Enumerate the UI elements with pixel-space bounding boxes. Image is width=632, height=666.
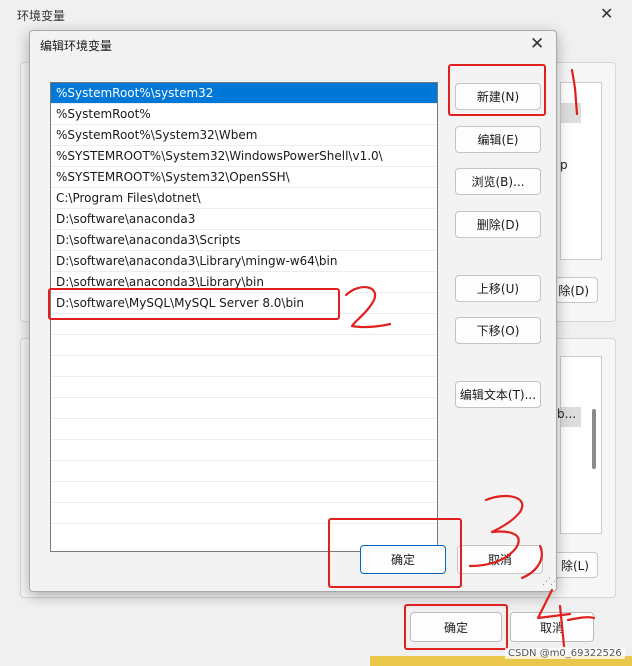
annotation-mark-3 [468, 494, 524, 568]
annotation-mark-4 [536, 588, 572, 620]
annotation-mark-3b [520, 544, 543, 580]
annotation-mark-2 [344, 286, 392, 329]
handwritten-annotations [344, 68, 596, 648]
annotation-mark-4b [558, 604, 566, 648]
annotation-mark-4c [566, 616, 596, 622]
watermark: CSDN @m0_69322526 [505, 648, 625, 659]
annotation-mark-1 [570, 68, 579, 116]
